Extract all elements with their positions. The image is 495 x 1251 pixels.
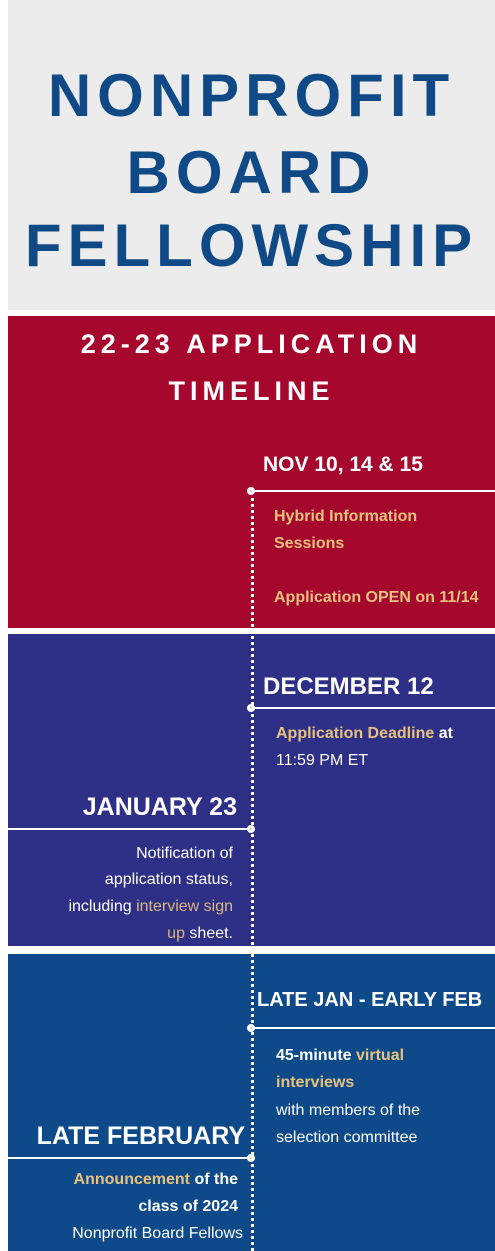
subtitle-line-2: TIMELINE (168, 376, 335, 406)
event-latejan-line-3: with members of the (276, 1102, 421, 1119)
event-dec-date: DECEMBER 12 (263, 673, 434, 700)
event-latejan-marker (247, 1024, 255, 1032)
timeline-spine (251, 491, 254, 1251)
title-line-2: BOARD (126, 139, 377, 206)
event-jan23-line-3-pre: including (68, 898, 137, 915)
event-latejan-date: LATE JAN - EARLY FEB (257, 989, 483, 1011)
event-latejan-virtual: virtual (356, 1047, 405, 1064)
event-nov-marker (247, 487, 255, 495)
event-latejan-line-2: interviews (276, 1074, 355, 1091)
event-nov-line-3: Application OPEN on 11/14 (274, 589, 479, 606)
event-jan23-connector (8, 828, 251, 830)
event-jan23-line-2: application status, (104, 871, 233, 888)
event-nov-date: NOV 10, 14 & 15 (263, 453, 423, 476)
event-latefeb-line-1-post: of the (190, 1171, 238, 1188)
event-latefeb-date: LATE FEBRUARY (36, 1122, 245, 1150)
event-jan23-line-4-post: sheet. (184, 925, 233, 942)
event-jan23-marker (247, 825, 255, 833)
event-dec-marker (247, 704, 255, 712)
event-latejan-line-4: selection committee (276, 1129, 418, 1146)
event-latefeb-connector (8, 1157, 251, 1159)
event-latefeb-announcement: Announcement (73, 1171, 190, 1188)
event-dec-line-2: 11:59 PM ET (276, 752, 369, 769)
event-latefeb-line-3: Nonprofit Board Fellows (72, 1225, 243, 1242)
title-banner: NONPROFIT BOARD FELLOWSHIP (8, 0, 495, 310)
interview-signup-link-cont[interactable]: up (167, 925, 185, 942)
subtitle-line-1: 22-23 APPLICATION (80, 329, 423, 359)
title-line-1: NONPROFIT (47, 62, 456, 129)
title-line-3: FELLOWSHIP (24, 212, 479, 279)
event-latejan-line-1-pre: 45-minute (276, 1047, 357, 1064)
event-nov-connector (253, 490, 495, 492)
event-latefeb-marker (247, 1154, 255, 1162)
event-dec-highlight: Application Deadline (276, 725, 435, 742)
event-jan23-line-1: Notification of (136, 845, 233, 862)
event-jan23-date: JANUARY 23 (82, 793, 237, 821)
event-dec-line-1: Application Deadline at (276, 720, 453, 747)
event-latejan-line-1: 45-minute virtual (276, 1042, 404, 1069)
event-jan23-line-4: up sheet. (8, 920, 233, 947)
event-latefeb-line-1: Announcement of the (8, 1166, 238, 1193)
event-jan23-line-3: including interview sign (8, 893, 233, 920)
event-latefeb-line-2: class of 2024 (138, 1198, 238, 1215)
event-dec-connector (253, 707, 495, 709)
event-dec-tail: at (434, 725, 453, 742)
event-nov-line-1: Hybrid Information (274, 508, 418, 525)
interview-signup-link[interactable]: interview sign (136, 898, 233, 915)
event-nov-line-2: Sessions (274, 535, 345, 552)
event-latejan-connector (253, 1027, 495, 1029)
